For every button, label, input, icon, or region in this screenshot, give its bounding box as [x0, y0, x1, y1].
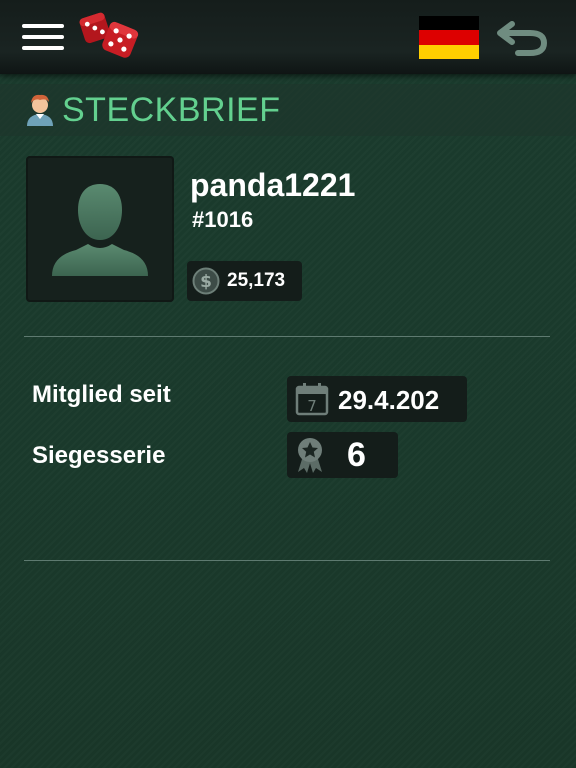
win-streak-label: Siegesserie [32, 442, 166, 469]
hamburger-menu-icon[interactable] [22, 24, 64, 50]
member-since-label: Mitglied seit [32, 381, 171, 408]
top-bar [0, 0, 576, 74]
dice-icon [79, 12, 139, 58]
username: panda1221 [190, 167, 356, 203]
calendar-icon: 7 [295, 383, 329, 416]
user-id: #1016 [192, 207, 254, 232]
member-since-value: 29.4.202 [338, 385, 440, 415]
coins-value: 25,173 [227, 270, 286, 291]
dollar-coin-icon: $ [192, 267, 220, 295]
user-avatar-icon [27, 94, 53, 126]
svg-text:$: $ [200, 272, 212, 292]
coins-badge: $ 25,173 [187, 261, 302, 301]
calendar-day: 7 [307, 397, 317, 415]
win-streak-value: 6 [347, 436, 366, 474]
win-streak-box: 6 [287, 432, 398, 478]
medal-icon [298, 438, 322, 473]
default-profile-silhouette-icon[interactable] [26, 156, 174, 302]
member-since-box: 7 29.4.202 [287, 376, 467, 422]
divider [24, 560, 550, 561]
divider [24, 336, 550, 337]
back-arrow-icon[interactable] [496, 16, 552, 58]
section-title: STECKBRIEF [62, 91, 281, 129]
section-header: STECKBRIEF [0, 84, 576, 136]
germany-flag-icon[interactable] [419, 16, 479, 59]
